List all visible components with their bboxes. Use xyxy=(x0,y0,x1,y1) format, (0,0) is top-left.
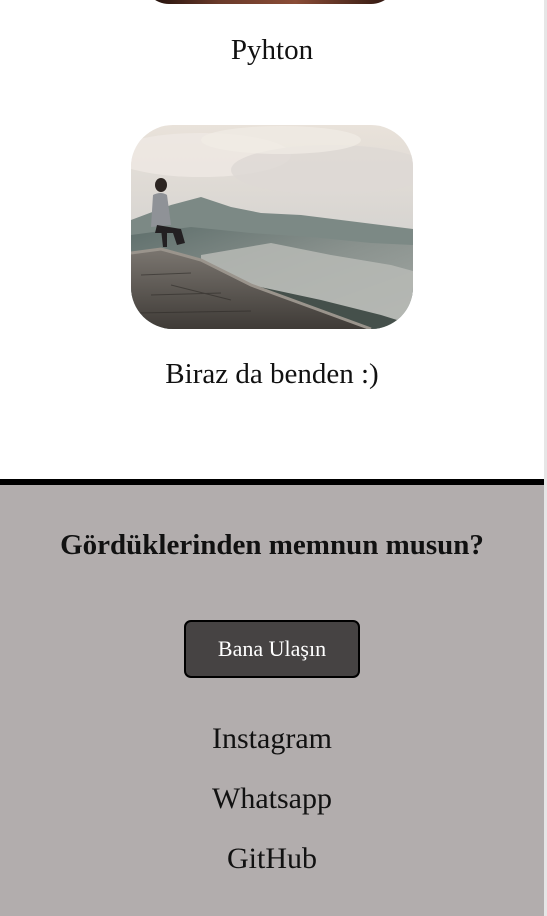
gallery-section: Pyhton Biraz da benden:) xyxy=(0,0,544,479)
page: Pyhton Biraz da benden:) Gördüklerinden… xyxy=(0,0,547,916)
footer-question: Gördüklerinden memnun musun? xyxy=(60,529,484,561)
contact-button[interactable]: Bana Ulaşın xyxy=(184,620,360,678)
instagram-link[interactable]: Instagram xyxy=(0,721,544,757)
python-caption: Pyhton xyxy=(230,34,314,66)
github-link[interactable]: GitHub xyxy=(0,841,544,877)
me-photo xyxy=(131,125,413,329)
whatsapp-link[interactable]: Whatsapp xyxy=(0,781,544,817)
python-image xyxy=(143,0,397,4)
footer: Gördüklerinden memnun musun? Bana Ulaşın… xyxy=(0,485,544,916)
me-caption: Biraz da benden :) xyxy=(165,358,379,390)
